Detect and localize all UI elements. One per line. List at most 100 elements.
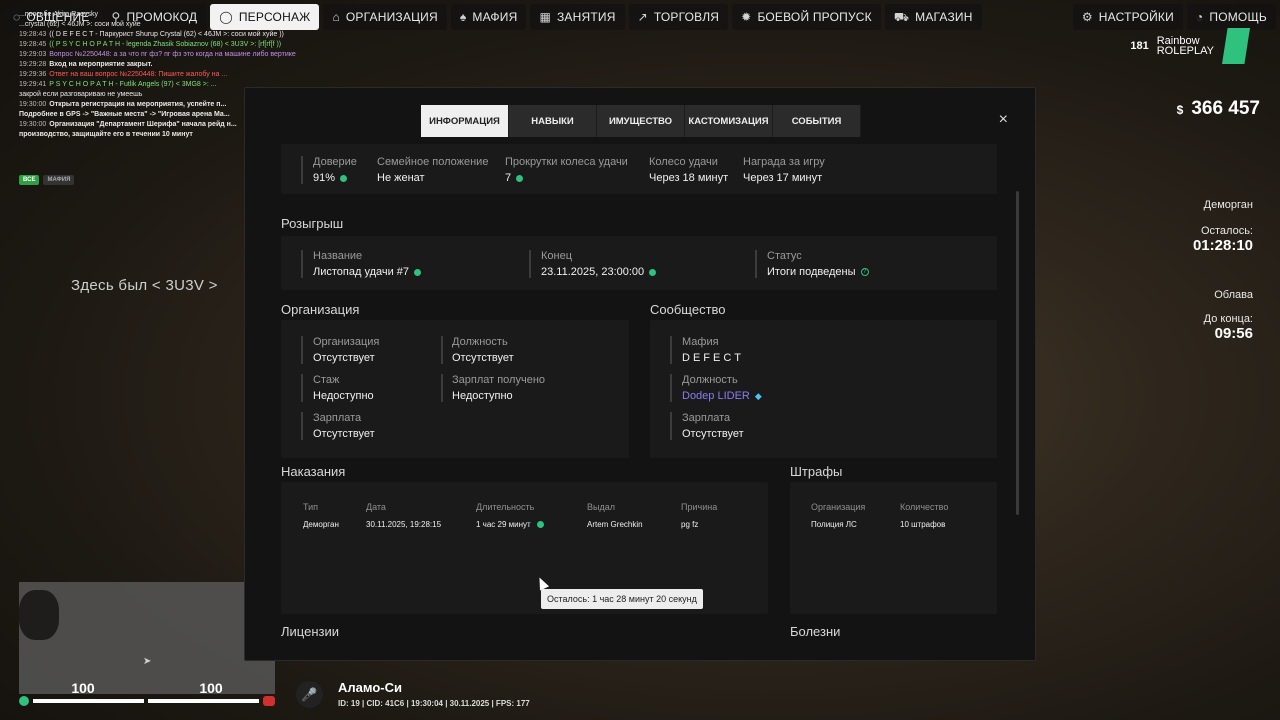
raffle-status-value: Итоги подведены? bbox=[767, 266, 869, 278]
org-experience-field: Стаж Недоступно bbox=[313, 374, 374, 402]
org-name-value: Отсутствует bbox=[313, 352, 375, 364]
organization-card: Организация Отсутствует Должность Отсутс… bbox=[281, 320, 629, 458]
money-amount: 366 457 bbox=[1191, 98, 1260, 119]
location-name: Аламо-Си bbox=[338, 680, 402, 695]
punishment-cell: pg fz bbox=[681, 520, 698, 529]
raffle-end-label: Конец bbox=[541, 250, 573, 262]
divider bbox=[755, 250, 757, 278]
modal-tab[interactable]: НАВЫКИ bbox=[509, 105, 597, 137]
chat-line: 19:29:36 Ответ на ваш вопрос №2250448: Пи… bbox=[19, 70, 319, 80]
fines-title: Штрафы bbox=[790, 464, 843, 479]
chat-text: Подробнее в GPS -> "Важные места" -> "Иг… bbox=[19, 111, 230, 118]
nav-tab-chart[interactable]: ↗ ТОРГОВЛЯ bbox=[628, 4, 729, 30]
modal-tab[interactable]: ИМУЩЕСТВО bbox=[597, 105, 685, 137]
community-title: Сообщество bbox=[650, 302, 726, 317]
close-icon[interactable]: × bbox=[999, 111, 1008, 129]
top-field-text: 7 bbox=[505, 172, 512, 184]
gear-icon: ✹ bbox=[741, 10, 752, 24]
top-field-value: 7 bbox=[505, 172, 628, 184]
nav-tab-calendar[interactable]: ▦ ЗАНЯТИЯ bbox=[530, 4, 625, 30]
mafia-icon: ♠ bbox=[459, 10, 467, 24]
help-icon[interactable]: ? bbox=[860, 268, 869, 276]
calendar-icon: ▦ bbox=[539, 10, 551, 24]
divider bbox=[301, 250, 303, 278]
chart-icon: ↗ bbox=[637, 10, 648, 24]
chat-tab-mafia[interactable]: МАФИЯ bbox=[43, 175, 75, 185]
org-name-field: Организация Отсутствует bbox=[313, 336, 379, 364]
jail-status-label: Деморган bbox=[1203, 199, 1253, 211]
org-paid-field: Зарплат получено Недоступно bbox=[452, 374, 545, 402]
punishment-cell-text: Artem Grechkin bbox=[587, 520, 643, 529]
nav-tab-help[interactable]: ◔ ПОМОЩЬ bbox=[1186, 4, 1276, 30]
fine-header: Количество bbox=[900, 502, 949, 512]
org-icon: ⌂ bbox=[332, 10, 340, 24]
brand-line2: ROLEPLAY bbox=[1156, 45, 1214, 57]
org-position-label: Должность bbox=[452, 336, 508, 348]
chat-tab-all[interactable]: ВСЕ bbox=[19, 175, 40, 185]
cart-icon: ⛟ bbox=[893, 10, 910, 24]
raffle-end-text: 23.11.2025, 23:00:00 bbox=[541, 266, 645, 278]
money-display: $ 366 457 bbox=[1177, 98, 1260, 120]
nav-tab-org[interactable]: ⌂ ОРГАНИЗАЦИЯ bbox=[323, 4, 447, 30]
nav-tab-label: ОРГАНИЗАЦИЯ bbox=[345, 10, 438, 24]
chat-text: P S Y C H O P A T H - Futlik Angels (97)… bbox=[49, 81, 217, 88]
modal-content: Kirill Defective06 января 2025, 18:31:58… bbox=[245, 144, 1015, 660]
raffle-end-value: 23.11.2025, 23:00:00 bbox=[541, 266, 657, 278]
minimap: ➤ bbox=[19, 582, 275, 694]
community-salary-label: Зарплата bbox=[682, 412, 731, 424]
status-dot-icon bbox=[340, 174, 348, 182]
content-scrollbar[interactable] bbox=[1016, 191, 1019, 515]
chat-timestamp: 19:29:36 bbox=[19, 71, 47, 78]
nav-tab-label: ЗАНЯТИЯ bbox=[556, 10, 616, 24]
community-salary-value: Отсутствует bbox=[682, 428, 744, 440]
fine-cell: 10 штрафов bbox=[900, 520, 946, 529]
duration-tooltip: Осталось: 1 час 28 минут 20 секунд bbox=[541, 589, 703, 609]
licenses-title: Лицензии bbox=[281, 624, 339, 639]
chat-timestamp: 19:28:43 bbox=[19, 31, 47, 38]
nav-tab-cart[interactable]: ⛟ МАГАЗИН bbox=[884, 4, 982, 30]
divider bbox=[670, 412, 672, 440]
top-field: Прокрутки колеса удачи 7 bbox=[505, 156, 628, 184]
server-brand: 181 Rainbow ROLEPLAY bbox=[1130, 28, 1250, 64]
nav-tab-mafia[interactable]: ♠ МАФИЯ bbox=[450, 4, 527, 30]
microphone-icon[interactable]: 🎤 bbox=[296, 681, 323, 708]
top-field-text: 91% bbox=[313, 172, 336, 184]
armor-bar bbox=[148, 698, 259, 703]
nav-tab-gear[interactable]: ✹ БОЕВОЙ ПРОПУСК bbox=[732, 4, 881, 30]
raffle-status-text: Итоги подведены bbox=[767, 266, 856, 278]
org-experience-label: Стаж bbox=[313, 374, 340, 386]
raid-status: Облава bbox=[1214, 289, 1253, 301]
brand-text: Rainbow ROLEPLAY bbox=[1156, 36, 1214, 57]
chat-text: (( D E F E C T - Паркурист Shurup Crysta… bbox=[49, 31, 284, 38]
top-field: Семейное положение Не женат bbox=[377, 156, 488, 184]
online-count: 181 bbox=[1130, 40, 1149, 52]
jail-status: Деморган bbox=[1204, 199, 1253, 211]
top-field-text: Не женат bbox=[377, 172, 425, 184]
raid-timer: До конца: 09:56 bbox=[1204, 313, 1253, 342]
community-salary-field: Зарплата Отсутствует bbox=[682, 412, 744, 440]
status-dot-icon[interactable] bbox=[536, 521, 544, 528]
armor-value: 100 bbox=[199, 680, 223, 696]
punishment-header: Дата bbox=[366, 502, 386, 512]
chat-timestamp: 19:29:03 bbox=[19, 51, 47, 58]
info-card-top: Kirill Defective06 января 2025, 18:31:58… bbox=[281, 144, 997, 194]
modal-tab[interactable]: КАСТОМИЗАЦИЯ bbox=[685, 105, 773, 137]
modal-tab[interactable]: ИНФОРМАЦИЯ bbox=[421, 105, 509, 137]
jail-remaining-value: 01:28:10 bbox=[1192, 237, 1253, 254]
top-field-label: Доверие bbox=[313, 156, 357, 168]
community-position-value: Dodep LIDER ◆ bbox=[682, 390, 762, 402]
nav-tab-settings[interactable]: ⚙ НАСТРОЙКИ bbox=[1072, 4, 1183, 30]
nav-tab-label: МАФИЯ bbox=[472, 10, 518, 24]
organization-title: Организация bbox=[281, 302, 360, 317]
org-position-value: Отсутствует bbox=[452, 352, 514, 364]
divider bbox=[301, 336, 303, 364]
top-field-value: Через 17 минут bbox=[743, 172, 825, 184]
punishment-cell-text: 30.11.2025, 19:28:15 bbox=[366, 520, 442, 529]
status-dot-icon bbox=[414, 268, 422, 276]
divider bbox=[670, 374, 672, 402]
raffle-name-field: Название Листопад удачи #7 bbox=[313, 250, 422, 278]
status-bars bbox=[19, 695, 275, 706]
modal-tab[interactable]: СОБЫТИЯ bbox=[773, 105, 861, 137]
nav-tab-label: НАСТРОЙКИ bbox=[1098, 10, 1174, 24]
